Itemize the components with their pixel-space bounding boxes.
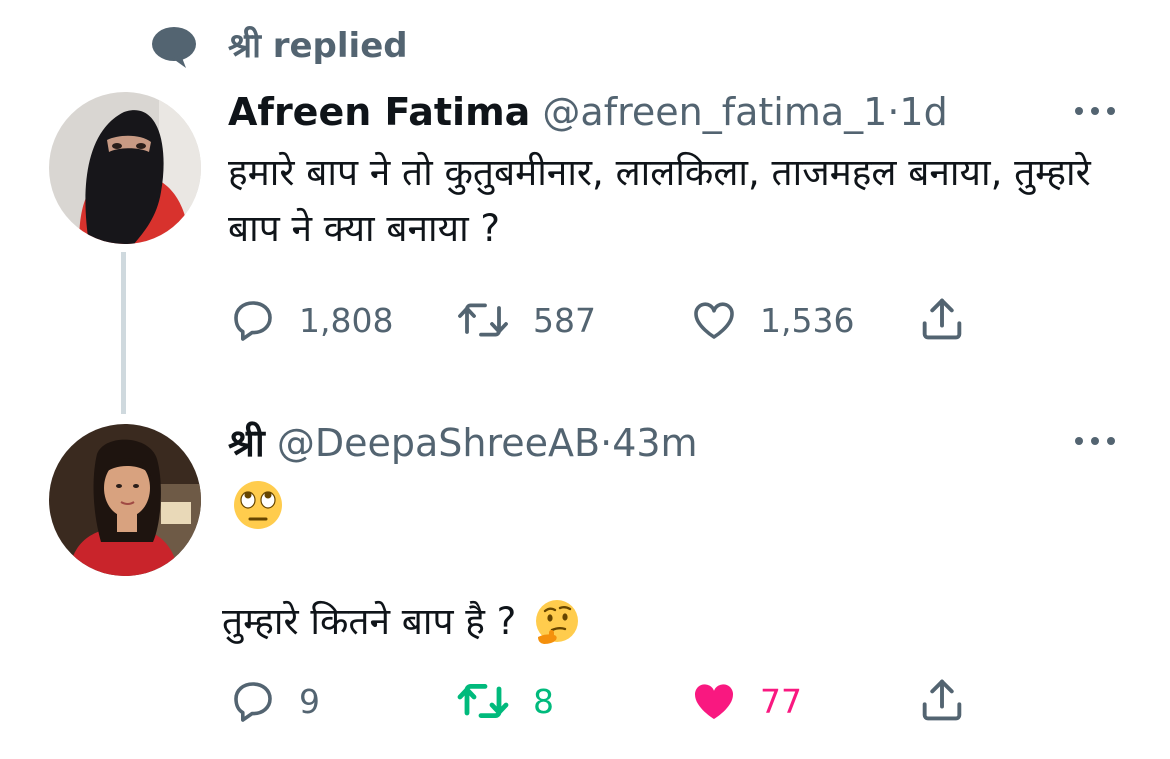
reply-context-label[interactable]: श्री replied xyxy=(228,24,408,68)
tweet-text-line: तुम्हारे कितने बाप है ? xyxy=(222,594,582,650)
thread-connector-line xyxy=(121,252,126,414)
timestamp[interactable]: 1d xyxy=(899,90,947,134)
retweet-icon xyxy=(457,684,509,718)
retweet-button[interactable]: 8 xyxy=(455,677,554,725)
tweet-header: Afreen Fatima @afreen_fatima_1·1d xyxy=(228,89,948,135)
display-name[interactable]: श्री xyxy=(228,421,265,465)
reply-icon xyxy=(234,301,272,341)
avatar-image xyxy=(49,92,201,244)
share-icon xyxy=(922,679,962,721)
speech-bubble-icon xyxy=(152,27,196,68)
user-handle[interactable]: @DeepaShreeAB xyxy=(277,421,600,465)
display-name[interactable]: Afreen Fatima xyxy=(228,90,530,134)
retweet-icon xyxy=(458,303,508,337)
tweet-header: श्री @DeepaShreeAB·43m xyxy=(228,420,698,466)
retweet-count: 587 xyxy=(533,300,596,340)
like-button[interactable]: 1,536 xyxy=(690,296,854,344)
user-handle[interactable]: @afreen_fatima_1 xyxy=(542,90,887,134)
timestamp[interactable]: 43m xyxy=(612,421,697,465)
share-button[interactable] xyxy=(916,674,968,726)
like-count: 1,536 xyxy=(760,300,855,340)
tweet-text: हमारे बाप ने तो कुतुबमीनार, लालकिला, ताज… xyxy=(228,151,1091,250)
more-options-icon[interactable] xyxy=(1073,104,1117,118)
share-icon xyxy=(922,298,962,340)
reply-count: 1,808 xyxy=(299,300,394,340)
separator-dot: · xyxy=(600,421,613,465)
retweet-button[interactable]: 587 xyxy=(455,296,596,344)
separator-dot: · xyxy=(887,90,900,134)
more-options-icon[interactable] xyxy=(1073,434,1117,448)
heart-filled-icon xyxy=(694,684,734,719)
reply-button[interactable]: 1,808 xyxy=(229,296,393,344)
retweet-count: 8 xyxy=(533,681,554,721)
avatar[interactable] xyxy=(49,424,201,576)
reply-count: 9 xyxy=(299,681,320,721)
avatar-image xyxy=(49,424,201,576)
reply-button[interactable]: 9 xyxy=(229,677,320,725)
reply-icon xyxy=(234,682,272,722)
thinking-face-emoji xyxy=(536,600,579,644)
avatar[interactable] xyxy=(49,92,201,244)
tweet-text: तुम्हारे कितने बाप है ? xyxy=(222,600,517,643)
face-with-rolling-eyes-emoji xyxy=(234,481,282,529)
like-button[interactable]: 77 xyxy=(690,677,802,725)
heart-outline-icon xyxy=(694,302,734,339)
share-button[interactable] xyxy=(916,293,968,345)
like-count: 77 xyxy=(760,681,802,721)
